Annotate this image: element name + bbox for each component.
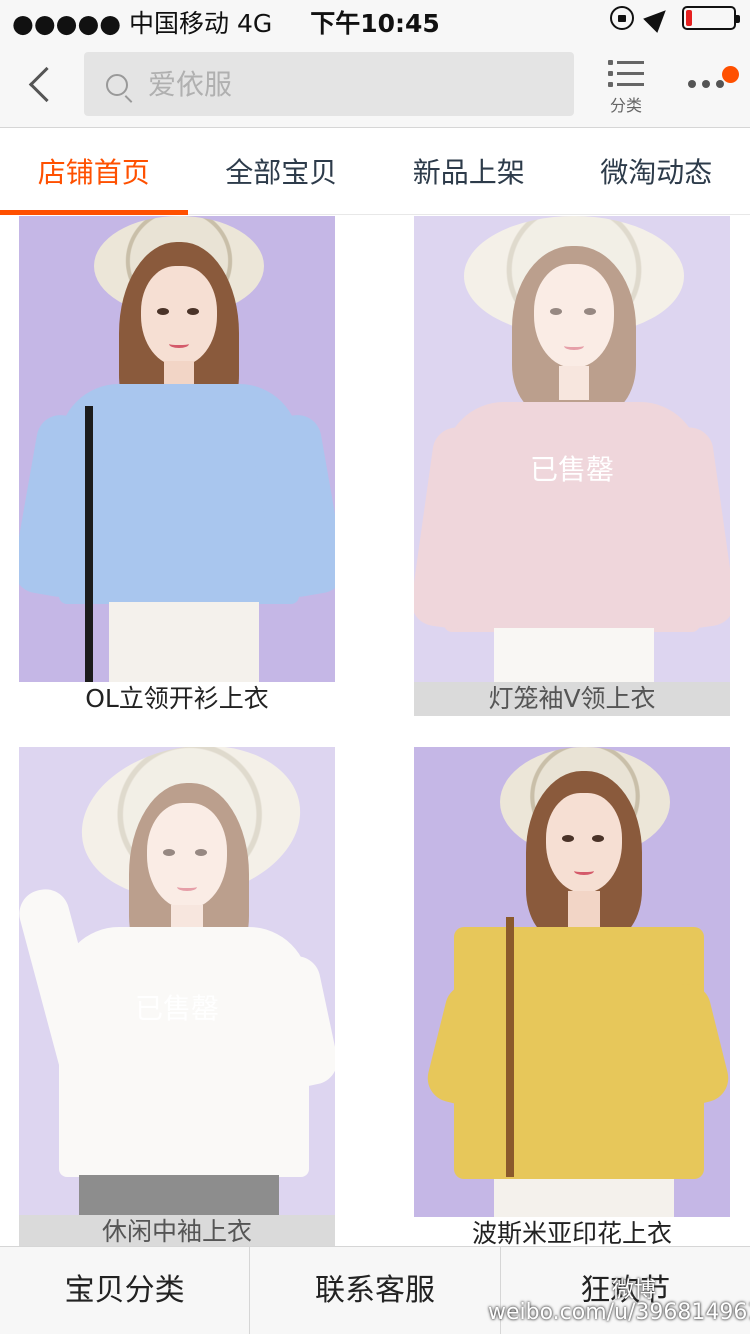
product-name[interactable]: OL立领开衫上衣: [19, 682, 335, 716]
sold-out-label: 已售罄: [529, 453, 614, 486]
tab-shop-home[interactable]: 店铺首页: [0, 129, 188, 215]
status-icons: [610, 3, 740, 33]
navigation-bar: 分类: [0, 40, 750, 128]
sold-out-label: 已售罄: [134, 992, 219, 1025]
rotation-lock-icon: [610, 6, 634, 30]
location-arrow-icon: [643, 3, 673, 33]
back-button[interactable]: [20, 60, 64, 108]
product-image[interactable]: [19, 216, 335, 682]
product-card[interactable]: 波斯米亚印花上衣: [414, 747, 730, 1251]
item-category-button[interactable]: 宝贝分类: [0, 1247, 251, 1334]
tab-weitao-feed[interactable]: 微淘动态: [563, 129, 750, 214]
category-label: 分类: [609, 96, 642, 115]
shirt-shape: [444, 402, 700, 632]
list-icon: [608, 60, 644, 88]
product-name[interactable]: 灯笼袖V领上衣: [414, 682, 730, 716]
search-icon: [106, 74, 128, 96]
more-button[interactable]: [682, 66, 742, 102]
search-input[interactable]: [148, 64, 548, 104]
shirt-shape: [59, 927, 309, 1177]
product-image[interactable]: [414, 747, 730, 1217]
contact-service-button[interactable]: 联系客服: [250, 1247, 501, 1334]
product-card[interactable]: OL立领开衫上衣: [19, 216, 335, 716]
product-name[interactable]: 休闲中袖上衣: [19, 1215, 335, 1249]
status-bar: ●●●●● 中国移动 4G 下午10:45: [0, 0, 750, 40]
product-card[interactable]: 已售罄 灯笼袖V领上衣: [414, 216, 730, 716]
more-dots-icon: [688, 80, 724, 88]
battery-level: [686, 10, 692, 26]
notification-dot: [722, 66, 739, 83]
watermark-url: weibo.com/u/3968149611: [488, 1300, 750, 1325]
search-box[interactable]: [84, 52, 574, 116]
battery-icon: [682, 6, 740, 30]
tab-new-arrivals[interactable]: 新品上架: [375, 129, 563, 214]
product-image[interactable]: 已售罄: [414, 216, 730, 682]
shop-page: ●●●●● 中国移动 4G 下午10:45 分类: [0, 0, 750, 1334]
product-card[interactable]: 已售罄 休闲中袖上衣: [19, 747, 335, 1249]
shop-tab-bar: 店铺首页 全部宝贝 新品上架 微淘动态: [0, 129, 750, 215]
category-button[interactable]: 分类: [598, 50, 654, 116]
tab-all-items[interactable]: 全部宝贝: [188, 129, 376, 214]
product-image[interactable]: 已售罄: [19, 747, 335, 1215]
